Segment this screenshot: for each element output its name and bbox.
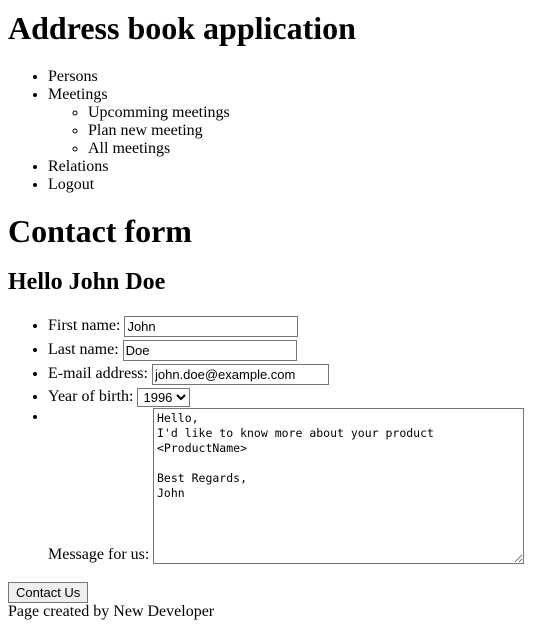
last-name-label: Last name:: [48, 341, 119, 359]
message-row: Message for us: Hello, I'd like to know …: [48, 408, 532, 564]
last-name-row: Last name:: [48, 340, 532, 361]
nav-link-upcoming-meetings[interactable]: Upcomming meetings: [88, 104, 230, 121]
nav-item-meetings[interactable]: Meetings Upcomming meetings Plan new mee…: [48, 86, 532, 158]
first-name-row: First name:: [48, 316, 532, 337]
nav-item-relations[interactable]: Relations: [48, 158, 532, 176]
message-label: Message for us:: [48, 546, 150, 563]
nav-item-plan-new-meeting[interactable]: Plan new meeting: [88, 122, 532, 140]
nav-item-all-meetings[interactable]: All meetings: [88, 140, 532, 158]
nav-link-persons[interactable]: Persons: [48, 68, 98, 85]
nav-item-upcoming-meetings[interactable]: Upcomming meetings: [88, 104, 532, 122]
greeting: Hello John Doe: [8, 269, 166, 295]
nav-link-all-meetings[interactable]: All meetings: [88, 140, 170, 157]
first-name-input[interactable]: [124, 316, 299, 337]
last-name-input[interactable]: [122, 340, 297, 361]
email-row: E-mail address:: [48, 364, 532, 385]
nav-link-relations[interactable]: Relations: [48, 158, 108, 175]
meetings-submenu: Upcomming meetings Plan new meeting All …: [48, 104, 532, 158]
contact-us-button[interactable]: Contact Us: [8, 582, 89, 603]
nav-link-logout[interactable]: Logout: [48, 176, 94, 193]
message-textarea[interactable]: Hello, I'd like to know more about your …: [153, 408, 524, 564]
nav-item-logout[interactable]: Logout: [48, 176, 532, 194]
year-of-birth-row: Year of birth: 1996: [48, 388, 532, 407]
first-name-label: First name:: [48, 317, 121, 335]
app-title: Address book application: [8, 10, 356, 46]
footer-text: Page created by New Developer: [8, 603, 215, 620]
nav-item-persons[interactable]: Persons: [48, 68, 532, 86]
contact-form: First name: Last name: E-mail address: Y…: [8, 316, 532, 564]
year-of-birth-label: Year of birth:: [48, 388, 134, 406]
nav-link-plan-new-meeting[interactable]: Plan new meeting: [88, 122, 203, 139]
form-title: Contact form: [8, 213, 192, 249]
email-label: E-mail address:: [48, 365, 148, 383]
nav-link-meetings[interactable]: Meetings: [48, 86, 108, 103]
year-of-birth-select[interactable]: 1996: [137, 388, 191, 407]
main-nav: Persons Meetings Upcomming meetings Plan…: [8, 68, 532, 194]
email-input[interactable]: [151, 364, 329, 385]
